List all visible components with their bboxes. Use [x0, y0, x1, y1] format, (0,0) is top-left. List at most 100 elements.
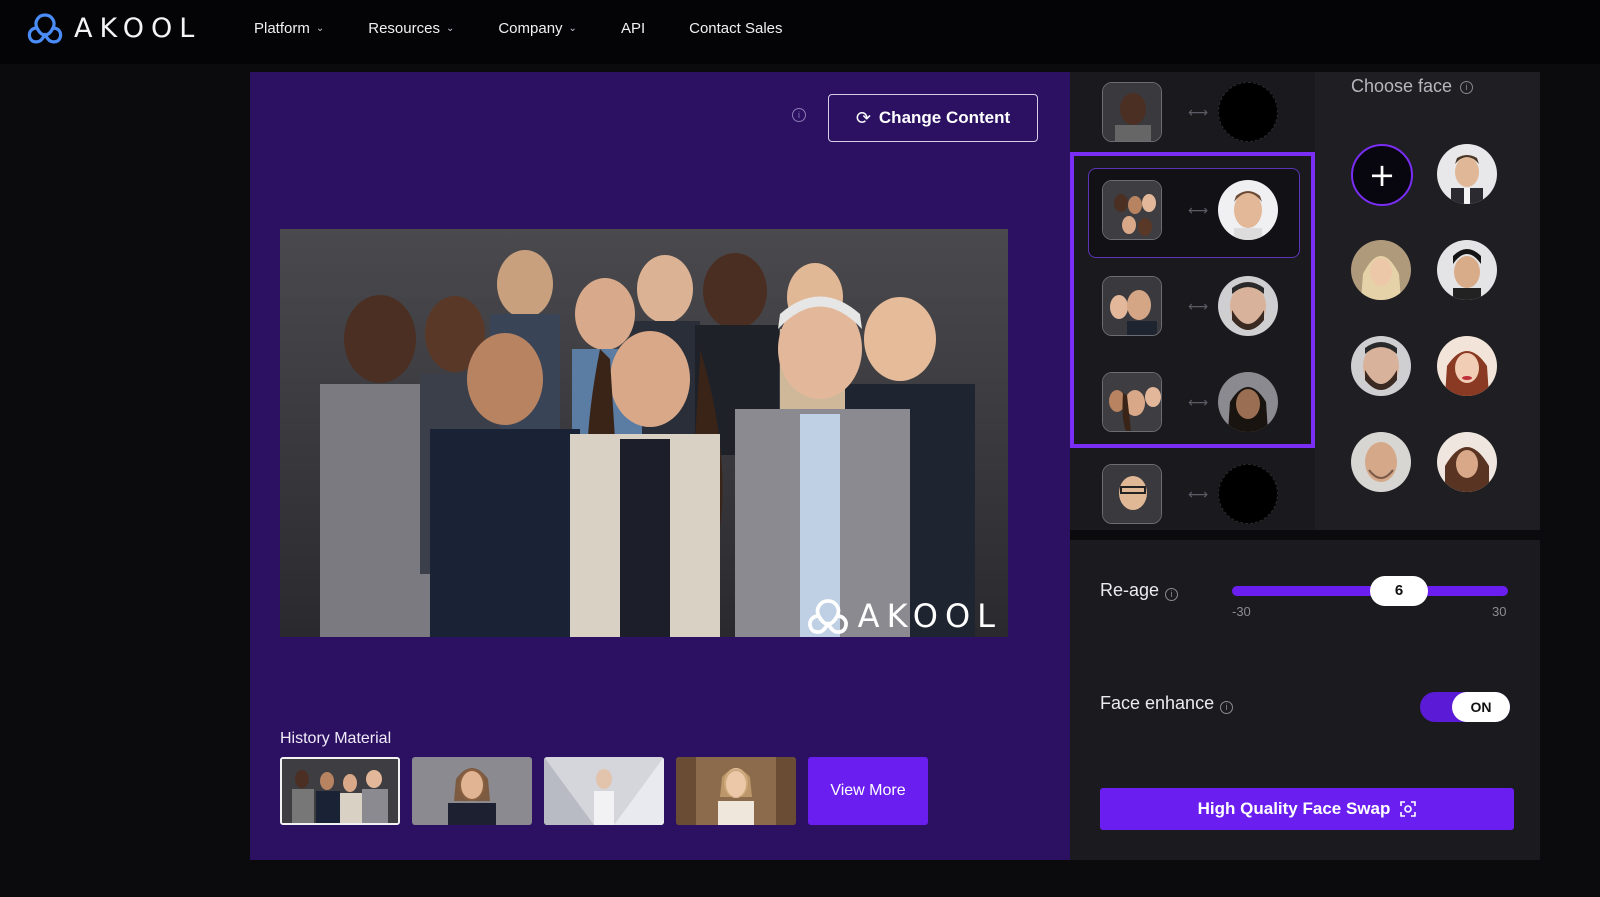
- candidate-face-4[interactable]: [1351, 336, 1411, 396]
- face-image: [1437, 336, 1497, 396]
- nav-company-label: Company: [498, 20, 563, 37]
- info-icon[interactable]: i: [1460, 81, 1474, 94]
- history-thumb-portrait[interactable]: [676, 757, 796, 825]
- nav-api-label: API: [620, 20, 646, 37]
- reage-slider-thumb[interactable]: 6: [1370, 576, 1428, 606]
- choose-face-title: Choose face i: [1351, 76, 1474, 97]
- swap-settings-panel: Re-age i 6 -30 30 Face enhance i ON High Q…: [1070, 540, 1540, 860]
- candidate-face-7[interactable]: [1437, 432, 1497, 492]
- nav-resources-label: Resources: [368, 20, 440, 37]
- nav-resources[interactable]: Resources ⌄: [368, 20, 454, 37]
- candidate-face-2[interactable]: [1351, 240, 1411, 300]
- target-face-empty[interactable]: [1218, 82, 1278, 142]
- info-icon[interactable]: i: [1165, 588, 1179, 601]
- face-image: [1103, 181, 1161, 239]
- swap-arrow-icon: ⟷: [1188, 298, 1209, 314]
- history-thumb-businesswoman[interactable]: [412, 757, 532, 825]
- reage-label-text: Re-age: [1100, 580, 1160, 600]
- face-enhance-label: Face enhance i: [1100, 693, 1234, 714]
- thumb-image: [412, 757, 532, 825]
- refresh-icon: ⟳: [855, 107, 871, 128]
- thumb-image: [282, 759, 398, 823]
- high-quality-face-swap-button[interactable]: High Quality Face Swap: [1100, 788, 1514, 830]
- thumb-image: [676, 757, 796, 825]
- face-image: [1103, 277, 1161, 335]
- choose-face-panel: Choose face i +: [1315, 72, 1540, 530]
- face-image: [1437, 144, 1497, 204]
- face-image: [1351, 336, 1411, 396]
- nav-contact-sales[interactable]: Contact Sales: [689, 20, 782, 37]
- face-image: [1103, 373, 1161, 431]
- face-pair-row[interactable]: ⟷: [1102, 276, 1278, 338]
- reage-max-label: 30: [1492, 604, 1507, 619]
- target-face-bearded[interactable]: [1218, 276, 1278, 336]
- swap-arrow-icon: ⟷: [1188, 394, 1209, 410]
- history-thumb-fashion[interactable]: [544, 757, 664, 825]
- history-thumb-group[interactable]: [280, 757, 400, 825]
- change-content-button[interactable]: ⟳ Change Content: [828, 94, 1038, 142]
- selected-faces-group: ⟷ ⟷ ⟷: [1070, 152, 1315, 448]
- history-thumbnails: View More: [280, 757, 928, 825]
- candidate-face-1[interactable]: [1437, 144, 1497, 204]
- swap-arrow-icon: ⟷: [1188, 104, 1209, 120]
- face-image: [1437, 240, 1497, 300]
- face-pair-row[interactable]: ⟷: [1102, 464, 1278, 526]
- target-face-empty[interactable]: [1218, 464, 1278, 524]
- akool-logo[interactable]: AKOOL: [26, 12, 201, 44]
- detected-face-thumb[interactable]: [1102, 82, 1162, 142]
- thumb-image: [544, 757, 664, 825]
- akool-watermark: AKOOL: [806, 597, 1002, 635]
- detected-face-thumb[interactable]: [1102, 276, 1162, 336]
- nav-api[interactable]: API: [621, 20, 645, 37]
- chevron-down-icon: ⌄: [445, 23, 455, 34]
- reage-label: Re-age i: [1100, 580, 1179, 601]
- nav-platform-label: Platform: [254, 20, 310, 37]
- view-more-button[interactable]: View More: [808, 757, 928, 825]
- toggle-state: ON: [1452, 692, 1510, 722]
- logo-wordmark: AKOOL: [74, 12, 202, 44]
- face-pair-row[interactable]: ⟷: [1102, 82, 1278, 144]
- group-photo-illustration: [320, 250, 975, 637]
- face-scan-icon: [1400, 801, 1417, 817]
- face-image: [1351, 240, 1411, 300]
- detected-face-thumb[interactable]: [1102, 464, 1162, 524]
- choose-face-title-text: Choose face: [1351, 76, 1453, 96]
- face-image: [1103, 465, 1161, 523]
- add-face-button[interactable]: +: [1351, 144, 1413, 206]
- akool-logo-icon: [27, 13, 63, 44]
- source-group-photo: AKOOL: [280, 229, 1008, 637]
- nav-contact-sales-label: Contact Sales: [689, 20, 783, 37]
- watermark-logo-icon: [807, 599, 848, 634]
- swap-arrow-icon: ⟷: [1188, 202, 1209, 218]
- watermark-text: AKOOL: [857, 597, 1002, 635]
- face-pair-row[interactable]: ⟷: [1102, 180, 1278, 242]
- face-image: [1351, 432, 1411, 492]
- detected-face-thumb[interactable]: [1102, 372, 1162, 432]
- detected-face-thumb[interactable]: [1102, 180, 1162, 240]
- face-image: [1437, 432, 1497, 492]
- candidate-face-3[interactable]: [1437, 240, 1497, 300]
- face-pair-list: ⟷ ⟷ ⟷ ⟷ ⟷: [1070, 72, 1315, 530]
- nav-company[interactable]: Company ⌄: [498, 20, 577, 37]
- change-content-label: Change Content: [878, 108, 1011, 127]
- target-face-man[interactable]: [1218, 180, 1278, 240]
- swap-arrow-icon: ⟷: [1188, 486, 1209, 502]
- chevron-down-icon: ⌄: [315, 23, 325, 34]
- candidate-face-6[interactable]: [1351, 432, 1411, 492]
- face-enhance-label-text: Face enhance: [1100, 693, 1215, 713]
- nav-platform[interactable]: Platform ⌄: [254, 20, 324, 37]
- history-material-label: History Material: [280, 730, 392, 747]
- reage-min-label: -30: [1232, 604, 1251, 619]
- target-face-woman[interactable]: [1218, 372, 1278, 432]
- editor-stage: i ⟳ Change Content AKOOL History Materia…: [250, 72, 1070, 860]
- face-pair-row[interactable]: ⟷: [1102, 372, 1278, 434]
- face-enhance-toggle[interactable]: ON: [1420, 692, 1510, 722]
- candidate-face-5[interactable]: [1437, 336, 1497, 396]
- info-icon[interactable]: i: [792, 108, 806, 122]
- hq-button-label: High Quality Face Swap: [1197, 799, 1391, 818]
- face-image: [1218, 180, 1278, 240]
- chevron-down-icon: ⌄: [568, 23, 577, 34]
- face-image: [1218, 276, 1278, 336]
- info-icon[interactable]: i: [1220, 701, 1234, 714]
- face-image: [1218, 372, 1278, 432]
